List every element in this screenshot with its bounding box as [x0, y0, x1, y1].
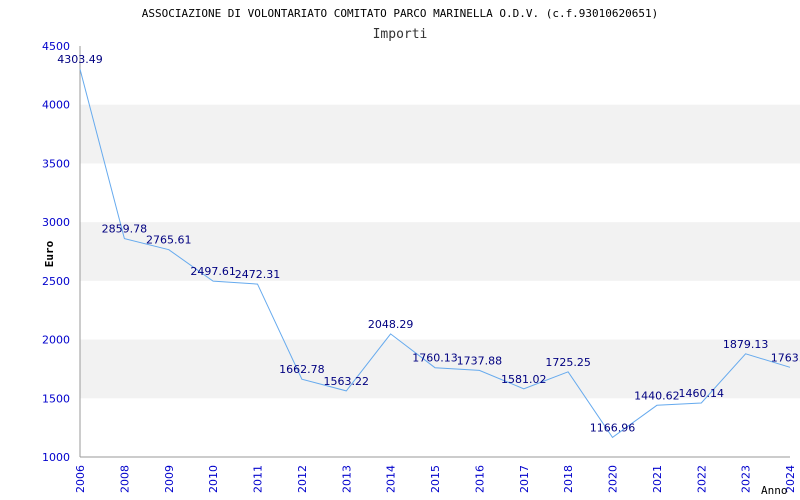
x-tick-labels: 2006 2008 2009 2010 2011 2012 2013 2014 2015 2016…	[74, 465, 797, 493]
x-tick-label: 2006	[74, 465, 87, 493]
data-label: 2048.29	[368, 318, 414, 331]
x-tick-label: 2016	[473, 465, 486, 493]
line-chart: ASSOCIAZIONE DI VOLONTARIATO COMITATO PA…	[42, 7, 800, 497]
x-tick-label: 2013	[340, 465, 353, 493]
x-tick-label: 2012	[296, 465, 309, 493]
data-label: 1760.13	[412, 352, 458, 365]
data-label: 1581.02	[501, 373, 547, 386]
chart-title: ASSOCIAZIONE DI VOLONTARIATO COMITATO PA…	[142, 7, 659, 20]
y-tick-label: 1000	[42, 451, 70, 464]
data-label: 1662.78	[279, 363, 325, 376]
x-tick-label: 2023	[740, 465, 753, 493]
x-tick-label: 2022	[695, 465, 708, 493]
x-tick-label: 2014	[385, 465, 398, 493]
y-axis-label: Euro	[43, 240, 56, 267]
y-tick-label: 3500	[42, 157, 70, 170]
data-label: 2497.61	[190, 265, 236, 278]
y-tick-label: 4000	[42, 99, 70, 112]
x-tick-label: 2017	[518, 465, 531, 493]
data-label: 4303.49	[57, 53, 103, 66]
data-label: 1460.14	[679, 387, 725, 400]
data-label: 1563.22	[324, 375, 370, 388]
y-tick-label: 3000	[42, 216, 70, 229]
y-tick-label: 2500	[42, 275, 70, 288]
data-label: 1763.9	[771, 351, 800, 364]
data-label: 2765.61	[146, 234, 192, 247]
x-axis-label: Anno	[761, 484, 788, 497]
data-label: 1725.25	[545, 356, 591, 369]
grid-band	[80, 222, 800, 281]
x-tick-label: 2015	[429, 465, 442, 493]
x-tick-label: 2008	[118, 465, 131, 493]
x-tick-label: 2009	[163, 465, 176, 493]
y-tick-label: 1500	[42, 392, 70, 405]
x-tick-label: 2018	[562, 465, 575, 493]
data-label: 1737.88	[457, 354, 503, 367]
x-tick-label: 2021	[651, 465, 664, 493]
x-tick-label: 2020	[607, 465, 620, 493]
grid-band	[80, 104, 800, 164]
data-label: 2472.31	[235, 268, 281, 281]
data-label: 1879.13	[723, 338, 769, 351]
x-tick-label: 2010	[207, 465, 220, 493]
data-label: 1440.62	[634, 389, 680, 402]
chart-subtitle: Importi	[373, 27, 428, 42]
y-tick-label: 4500	[42, 40, 70, 53]
data-label: 1166.96	[590, 421, 636, 434]
y-tick-label: 2000	[42, 334, 70, 347]
data-label: 2859.78	[102, 223, 148, 236]
x-tick-label: 2011	[252, 465, 265, 493]
